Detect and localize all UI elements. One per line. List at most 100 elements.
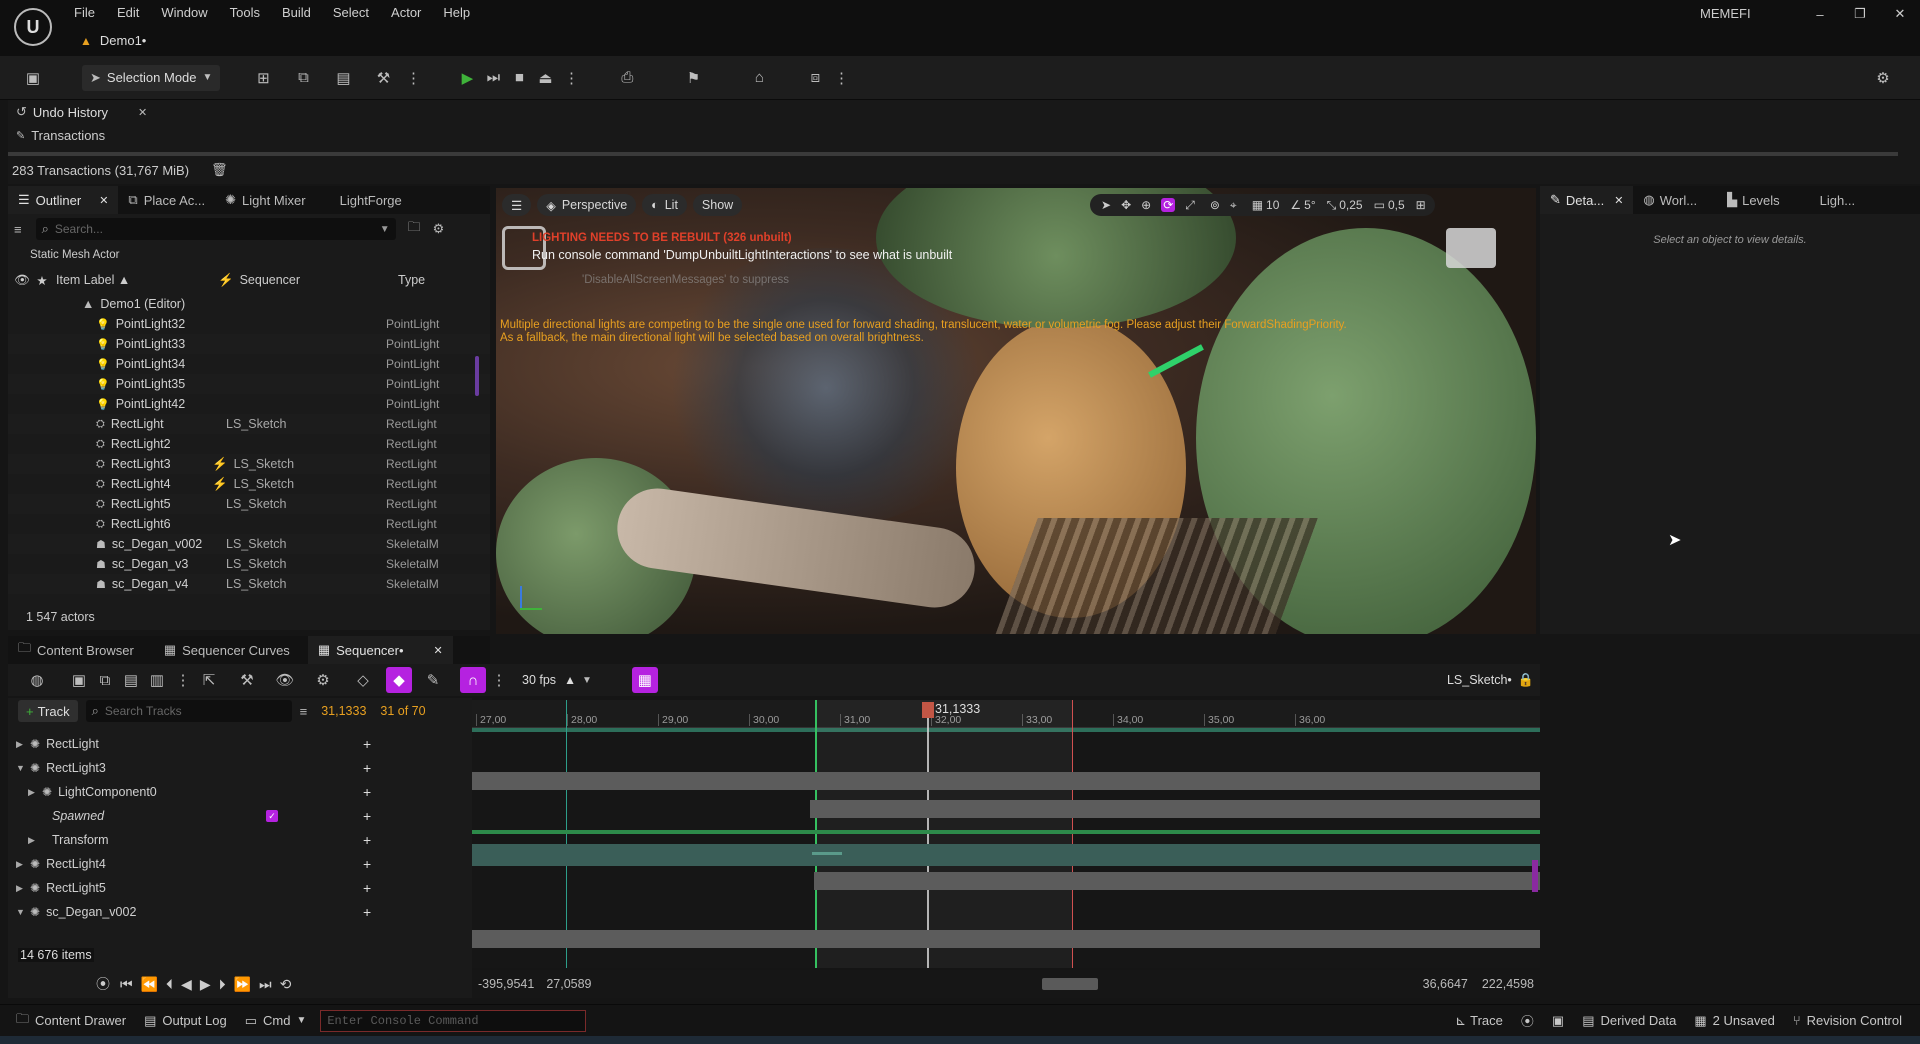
view-options-icon[interactable]: 👁 <box>272 667 298 693</box>
sequencer-timeline[interactable]: 27,00 28,00 29,00 30,00 31,00 32,00 33,00 34,00… <box>472 700 1540 968</box>
keyframe-handle[interactable] <box>812 852 842 855</box>
tab-lights[interactable]: Ligh... <box>1810 186 1865 214</box>
record-icon[interactable]: ⦿ <box>96 974 110 994</box>
add-key-plus-icon[interactable]: + <box>363 856 371 872</box>
spawned-section[interactable] <box>472 830 1540 834</box>
menu-item-window[interactable]: Window <box>161 5 207 20</box>
playback-options-icon[interactable]: ⚙ <box>310 667 336 693</box>
render-icon[interactable]: ▤ <box>118 667 144 693</box>
expand-toggle[interactable]: ▼ <box>16 763 30 773</box>
add-actor-icon[interactable]: ⊞ <box>250 65 276 91</box>
current-time[interactable]: 31,1333 <box>321 704 366 718</box>
outliner-root-row[interactable]: ▲ Demo1 (Editor) <box>8 294 490 314</box>
menu-item-select[interactable]: Select <box>333 5 369 20</box>
outliner-row[interactable]: 💡 PointLight32 PointLight <box>8 314 490 334</box>
outliner-search-input[interactable]: ⌕ Search... ▼ <box>35 218 396 240</box>
expand-toggle[interactable]: ▶ <box>16 859 30 870</box>
filter-icon[interactable]: ≡ <box>14 222 22 237</box>
loop-icon[interactable]: ⟲ <box>280 976 292 993</box>
menu-item-file[interactable]: File <box>74 5 95 20</box>
play-options-icon[interactable]: ⋮ <box>558 65 584 91</box>
show-button[interactable]: Show <box>692 194 743 216</box>
cmd-dropdown[interactable]: ▭ Cmd ▼ <box>245 1013 307 1029</box>
rectlight3-section[interactable] <box>472 772 1540 790</box>
outliner-row[interactable]: ⛭ RectLight3 ⚡ LS_Sketch RectLight <box>8 454 490 474</box>
snap-magnet-icon[interactable]: ∩ <box>460 667 486 693</box>
close-icon[interactable]: ✕ <box>99 194 108 207</box>
col-type[interactable]: Type <box>398 273 425 287</box>
perspective-button[interactable]: ◈ Perspective <box>537 194 637 216</box>
expand-toggle[interactable]: ▼ <box>16 907 30 917</box>
sequencer-track-row[interactable]: ▶ ✺ LightComponent0 + <box>8 780 472 804</box>
outliner-row[interactable]: ⛭ RectLight6 RectLight <box>8 514 490 534</box>
viewport-layout-icon[interactable]: ⊞ <box>1416 198 1426 212</box>
timeline-scrollbar[interactable] <box>1041 978 1098 990</box>
angle-snap-icon[interactable]: ∠ <box>1290 198 1301 212</box>
tab-place-actors[interactable]: ⧉ Place Ac... <box>118 186 215 214</box>
derived-data-button[interactable]: ▤ Derived Data <box>1582 1013 1676 1029</box>
more-options-icon[interactable]: ⋮ <box>400 65 426 91</box>
camera-status-icon[interactable]: ▣ <box>1552 1013 1564 1029</box>
sequencer-track-row[interactable]: ▶ ✺ RectLight4 + <box>8 852 472 876</box>
add-key-plus-icon[interactable]: + <box>363 904 371 920</box>
world-icon[interactable]: ◍ <box>24 667 50 693</box>
rectlight4-section[interactable] <box>814 872 1540 890</box>
menu-item-build[interactable]: Build <box>282 5 311 20</box>
tab-outliner[interactable]: ☰ Outliner ✕ <box>8 186 119 214</box>
outliner-row[interactable]: ☗ sc_Degan_v4 LS_Sketch SkeletalM <box>8 574 490 594</box>
range-end[interactable]: 222,4598 <box>1482 977 1534 991</box>
translate-tool-icon[interactable]: ✥ <box>1121 198 1131 212</box>
sequencer-track-row[interactable]: ▼ ✺ RectLight3 + <box>8 756 472 780</box>
menu-item-edit[interactable]: Edit <box>117 5 139 20</box>
sequencer-track-row[interactable]: ▼ ✺ sc_Degan_v002 + <box>8 900 472 924</box>
tab-sequencer-curves[interactable]: ▦ Sequencer Curves <box>154 636 300 664</box>
tab-details[interactable]: ✎ Deta... ✕ <box>1540 186 1634 214</box>
add-folder-icon[interactable]: 🗀 <box>408 218 421 240</box>
camera-speed-value[interactable]: 0,5 <box>1388 198 1405 212</box>
checkbox-checked-icon[interactable]: ✓ <box>266 810 278 822</box>
blueprint-icon[interactable]: ⧉ <box>290 65 316 91</box>
cinematics-icon[interactable]: ▤ <box>330 65 356 91</box>
outliner-row[interactable]: ⛭ RectLight LS_Sketch RectLight <box>8 414 490 434</box>
range-start-line[interactable] <box>566 700 567 968</box>
save-icon[interactable]: ▣ <box>20 65 46 91</box>
source-control-icon[interactable]: ⧈ <box>802 65 828 91</box>
rotate-active-icon[interactable]: ⟳ <box>1161 198 1176 212</box>
actions-icon[interactable]: ⋮ <box>170 667 196 693</box>
find-icon[interactable]: ⧉ <box>92 667 118 693</box>
select-tool-icon[interactable]: ➤ <box>1101 198 1111 212</box>
outliner-row[interactable]: 💡 PointLight42 PointLight <box>8 394 490 414</box>
prev-key-icon[interactable]: ⏪ <box>141 976 158 993</box>
outliner-scrollbar[interactable] <box>475 356 479 396</box>
pin-star-icon[interactable]: ★ <box>32 273 52 288</box>
track-filter-icon[interactable]: ≡ <box>300 704 308 719</box>
settings-gear-icon[interactable]: ⚙ <box>1870 65 1896 91</box>
reverse-play-icon[interactable]: ◀ <box>181 976 192 993</box>
view-end[interactable]: 36,6647 <box>1423 977 1468 991</box>
key-icon[interactable]: ◇ <box>350 667 376 693</box>
key-tools-icon[interactable]: ⚒ <box>234 667 260 693</box>
outliner-filter-chip[interactable]: Static Mesh Actor <box>8 244 490 266</box>
outliner-row[interactable]: ☗ sc_Degan_v002 LS_Sketch SkeletalM <box>8 534 490 554</box>
play-icon[interactable]: ▶ <box>454 65 480 91</box>
outliner-row[interactable]: 💡 PointLight33 PointLight <box>8 334 490 354</box>
expand-toggle[interactable]: ▶ <box>28 835 42 846</box>
edit-mode-icon[interactable]: ✎ <box>420 667 446 693</box>
auto-key-icon[interactable]: ◆ <box>386 667 412 693</box>
track-search-input[interactable]: ⌕ Search Tracks <box>85 700 292 722</box>
expand-toggle[interactable]: ▶ <box>16 739 30 750</box>
advance-frame-icon[interactable]: ⏭ <box>480 65 506 91</box>
jump-end-icon[interactable]: ⏭ <box>259 976 272 993</box>
stop-icon[interactable]: ■ <box>506 65 532 91</box>
close-window-button[interactable]: ✕ <box>1880 6 1920 22</box>
gear-icon[interactable]: ⚙ <box>433 221 445 237</box>
camera-cut-icon[interactable]: ▥ <box>144 667 170 693</box>
output-log-button[interactable]: ▤ Output Log <box>144 1013 227 1029</box>
add-key-plus-icon[interactable]: + <box>363 832 371 848</box>
maximize-button[interactable]: ❐ <box>1840 6 1880 22</box>
outliner-row[interactable]: 💡 PointLight34 PointLight <box>8 354 490 374</box>
section-end-marker[interactable] <box>1532 860 1538 892</box>
rotate-tool-icon[interactable]: ⊕ <box>1141 198 1151 212</box>
scale-tool-icon[interactable]: ⤢ <box>1185 198 1195 213</box>
green-arrow-gizmo[interactable] <box>1148 344 1204 378</box>
